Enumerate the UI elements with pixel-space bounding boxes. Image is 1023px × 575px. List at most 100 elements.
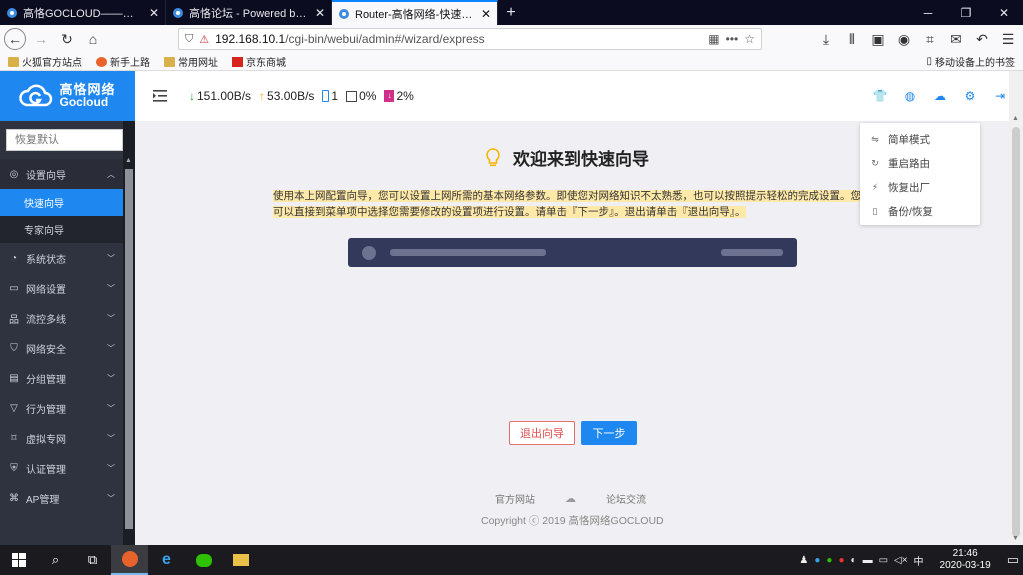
skin-icon[interactable]: 👕 — [873, 89, 888, 103]
bookmarks-bar: 火狐官方站点 新手上路 常用网址 京东商城 ▯ 移动设备上的书签 — [0, 53, 1023, 71]
official-site-link[interactable]: 官方网站 — [495, 491, 535, 506]
sidebar-icon[interactable]: ▣ — [867, 28, 889, 50]
new-tab-icon[interactable]: + — [498, 0, 524, 25]
sidebar-subitem-expert-wizard[interactable]: 专家向导 — [0, 216, 123, 243]
wechat-taskbar-icon[interactable] — [185, 545, 222, 575]
sidebar-item-vpn[interactable]: ⌑ 虚拟专网 ﹀ — [0, 423, 123, 453]
scroll-up-icon[interactable]: ▲ — [1012, 115, 1019, 122]
network-tray-icon[interactable]: ▭ — [879, 555, 888, 566]
bookmark-star-icon[interactable]: ☆ — [744, 32, 755, 46]
task-view-icon[interactable]: ⧉ — [74, 545, 111, 575]
bookmark-item[interactable]: 新手上路 — [96, 54, 150, 69]
qr-code-icon[interactable]: ▦ — [708, 32, 719, 46]
tray-app-icon[interactable]: ● — [814, 555, 820, 566]
explorer-taskbar-icon[interactable] — [222, 545, 259, 575]
bookmark-item[interactable]: 火狐官方站点 — [8, 54, 82, 69]
sidebar-item-group-management[interactable]: ▤ 分组管理 ﹀ — [0, 363, 123, 393]
more-icon[interactable]: ••• — [726, 32, 739, 46]
sidebar-scrollbar[interactable]: ▲ — [123, 121, 135, 545]
url-bar[interactable]: ⛉ ⚠ 192.168.10.1/cgi-bin/webui/admin#/wi… — [178, 28, 762, 50]
menu-icon[interactable]: ☰ — [997, 28, 1019, 50]
library-icon[interactable]: ⫴ — [841, 28, 863, 50]
menu-item-simple-mode[interactable]: ⇋ 简单模式 — [860, 127, 980, 151]
browser-tab-3[interactable]: Router-高恪网络-快速向导 ✕ — [332, 0, 498, 25]
browser-nav-bar: ← → ↻ ⌂ ⛉ ⚠ 192.168.10.1/cgi-bin/webui/a… — [0, 25, 1023, 53]
menu-item-backup-restore[interactable]: ▯ 备份/恢复 — [860, 199, 980, 223]
restore-icon[interactable]: ❐ — [947, 0, 985, 25]
chevron-down-icon: ﹀ — [107, 433, 115, 443]
close-tab-icon[interactable]: ✕ — [315, 6, 325, 20]
windows-start-icon[interactable] — [0, 545, 37, 575]
gear-icon[interactable]: ⚙ — [963, 89, 977, 103]
reload-icon[interactable]: ↻ — [56, 28, 78, 50]
bookmark-item[interactable]: 京东商城 — [232, 54, 286, 69]
network-icon: 品 — [9, 314, 19, 326]
menu-search-input[interactable] — [6, 129, 123, 151]
minimize-icon[interactable]: ─ — [909, 0, 947, 25]
close-window-icon[interactable]: ✕ — [985, 0, 1023, 25]
volume-icon[interactable]: ◁× — [894, 555, 908, 566]
scroll-down-icon[interactable]: ▼ — [1012, 535, 1019, 542]
ime-indicator[interactable]: 中 — [914, 553, 924, 568]
download-icon[interactable]: ⤓ — [815, 28, 837, 50]
undo-icon[interactable]: ↶ — [971, 28, 993, 50]
forum-link[interactable]: 论坛交流 — [606, 491, 646, 506]
tray-app-icon[interactable]: ◐ — [851, 555, 857, 566]
back-icon[interactable]: ← — [4, 28, 26, 50]
close-tab-icon[interactable]: ✕ — [481, 7, 491, 21]
search-icon[interactable]: ⌕ — [37, 545, 74, 575]
tray-app-icon[interactable]: ● — [838, 555, 844, 566]
shield-icon[interactable]: ⛉ — [185, 33, 193, 46]
wechat-tray-icon[interactable]: ● — [826, 555, 832, 566]
sidebar-item-system-status[interactable]: ◔ 系统状态 ﹀ — [0, 243, 123, 273]
sidebar-item-behavior-management[interactable]: ▽ 行为管理 ﹀ — [0, 393, 123, 423]
sidebar-item-network-settings[interactable]: ▭ 网络设置 ﹀ — [0, 273, 123, 303]
menu-item-restart-router[interactable]: ↻ 重启路由 — [860, 151, 980, 175]
sidebar-item-label: 流控多线 — [26, 314, 66, 326]
forward-icon[interactable]: → — [30, 28, 52, 50]
scroll-up-icon[interactable]: ▲ — [125, 157, 132, 164]
close-tab-icon[interactable]: ✕ — [149, 6, 159, 20]
firefox-taskbar-icon[interactable] — [111, 545, 148, 575]
url-text[interactable]: 192.168.10.1/cgi-bin/webui/admin#/wizard… — [215, 32, 702, 46]
brand-logo[interactable]: 高恪网络 Gocloud — [0, 71, 135, 121]
globe-icon[interactable]: ◍ — [903, 89, 917, 103]
sidebar-item-setup-wizard[interactable]: ◎ 设置向导 ︿ — [0, 159, 123, 189]
sidebar-scroll-thumb[interactable] — [125, 169, 133, 529]
home-icon[interactable]: ⌂ — [82, 28, 104, 50]
sidebar-item-label: AP管理 — [26, 494, 60, 506]
folder-icon — [8, 56, 19, 67]
mobile-icon: ▯ — [926, 56, 932, 67]
menu-toggle-icon[interactable] — [153, 90, 169, 102]
screenshot-icon[interactable]: ⌗ — [919, 28, 941, 50]
ie-taskbar-icon[interactable]: e — [148, 545, 185, 575]
insecure-lock-icon[interactable]: ⚠ — [199, 33, 209, 46]
chat-icon[interactable]: ✉ — [945, 28, 967, 50]
tray-app-icon[interactable]: ▬ — [863, 555, 873, 566]
sidebar-item-ap-management[interactable]: ⌘ AP管理 ﹀ — [0, 483, 123, 513]
people-icon[interactable]: ♟ — [799, 555, 808, 566]
exit-wizard-button[interactable]: 退出向导 — [509, 421, 575, 445]
menu-item-factory-reset[interactable]: ⚡ 恢复出厂 — [860, 175, 980, 199]
sidebar-item-flow-control[interactable]: 品流控多线 ﹀ — [0, 303, 123, 333]
browser-tab-1[interactable]: 高恪GOCLOUD——专注于企业 ✕ — [0, 0, 166, 25]
sidebar-item-label: 系统状态 — [26, 254, 66, 266]
next-step-button[interactable]: 下一步 — [581, 421, 637, 445]
sidebar-item-auth-management[interactable]: ⛨ 认证管理 ﹀ — [0, 453, 123, 483]
sidebar-item-network-security[interactable]: ⛉ 网络安全 ﹀ — [0, 333, 123, 363]
notifications-icon[interactable]: ▭ — [1007, 552, 1019, 568]
tab-title: Router-高恪网络-快速向导 — [355, 8, 476, 21]
cpu-icon — [346, 90, 358, 102]
memory-stat: ↓ 2% — [384, 89, 414, 103]
cloud-upload-icon[interactable]: ☁ — [933, 89, 947, 103]
page-scroll-thumb[interactable] — [1012, 127, 1020, 537]
clock[interactable]: 21:46 2020-03-19 — [940, 548, 991, 572]
page-scrollbar[interactable]: ▲ ▼ — [1009, 71, 1023, 545]
mobile-bookmarks[interactable]: ▯ 移动设备上的书签 — [926, 54, 1015, 69]
browser-tab-2[interactable]: 高恪论坛 - Powered by Discuz ✕ — [166, 0, 332, 25]
logout-icon[interactable]: ⇥ — [993, 89, 1007, 103]
arrow-down-icon: ↓ — [189, 89, 195, 103]
bookmark-item[interactable]: 常用网址 — [164, 54, 218, 69]
account-icon[interactable]: ◉ — [893, 28, 915, 50]
sidebar-subitem-quick-wizard[interactable]: 快速向导 — [0, 189, 123, 216]
